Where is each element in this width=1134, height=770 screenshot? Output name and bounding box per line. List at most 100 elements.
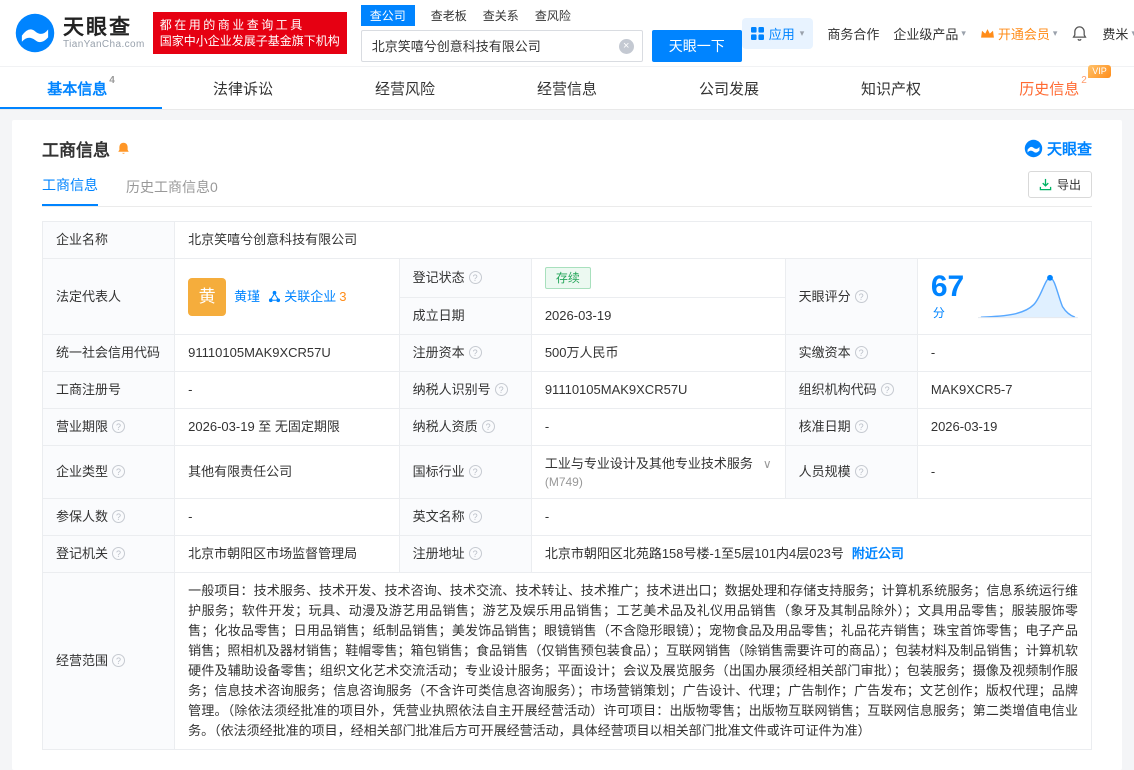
help-icon: ?: [854, 465, 868, 478]
status-badge: 存续: [544, 267, 591, 289]
reg-address-text: 北京市朝阳区北苑路158号楼-1至5层101内4层023号: [544, 546, 844, 561]
legal-rep-avatar[interactable]: 黄: [188, 277, 227, 316]
export-icon: [1039, 178, 1052, 191]
related-companies-link[interactable]: 关联企业 3: [268, 287, 346, 307]
search-button[interactable]: 天眼一下: [651, 29, 742, 62]
export-label: 导出: [1056, 178, 1081, 192]
crown-icon: [980, 28, 994, 38]
tab-history-info[interactable]: 历史信息2 VIP: [972, 64, 1134, 109]
app-grid-icon: [750, 26, 764, 40]
help-icon: ?: [112, 547, 126, 560]
label-org-code: 组织机构代码?: [784, 371, 918, 409]
value-reg-number: -: [174, 371, 400, 409]
top-menu: 应用 ▾ 商务合作 企业级产品 ▾ 开通会员 ▾ 费米 ▾: [741, 17, 1134, 49]
value-company-type: 其他有限责任公司: [174, 445, 400, 499]
help-icon: ?: [854, 420, 868, 433]
legal-rep-name-link[interactable]: 黄瑾: [234, 287, 260, 307]
label-reg-authority: 登记机关?: [41, 535, 176, 573]
tab-company-development[interactable]: 公司发展: [648, 67, 810, 109]
row-legal-rep-status: 法定代表人 黄 黄瑾 关联企业 3 登记状态 ? 存续 天眼评分 ? 67分: [41, 258, 1093, 335]
watermark-logo: 天眼查: [1024, 138, 1092, 159]
label-taxpayer-id: 纳税人识别号?: [398, 371, 532, 409]
monitor-bell-icon[interactable]: [116, 141, 131, 156]
app-launcher-label: 应用: [768, 26, 795, 42]
app-launcher-button[interactable]: 应用 ▾: [741, 17, 814, 49]
caret-down-icon: ▾: [961, 27, 966, 38]
tab-operation-info[interactable]: 经营信息: [486, 67, 648, 109]
notification-bell-icon[interactable]: [1071, 25, 1088, 42]
help-icon: ?: [468, 510, 482, 523]
nearby-companies-link[interactable]: 附近公司: [852, 546, 904, 561]
search-input[interactable]: [361, 30, 612, 60]
label-reg-address: 注册地址?: [398, 535, 532, 573]
value-insured-count: -: [174, 498, 400, 536]
search-tab-boss[interactable]: 查老板: [431, 5, 467, 26]
subtab-history-business-info[interactable]: 历史工商信息0: [126, 177, 218, 206]
tab-operational-risk[interactable]: 经营风险: [324, 67, 486, 109]
label-reg-number: 工商注册号: [41, 371, 176, 409]
label-legal-rep: 法定代表人: [41, 258, 176, 335]
row-company-type: 企业类型? 其他有限责任公司 国标行业? 工业与专业设计及其他专业技术服务 ∨ …: [41, 445, 1093, 499]
business-info-table: 企业名称 北京笑嘻兮创意科技有限公司 法定代表人 黄 黄瑾 关联企业 3 登记状…: [41, 221, 1093, 750]
brand-logo[interactable]: 天眼查 TianYanCha.com: [14, 12, 145, 54]
help-icon: ?: [112, 510, 126, 523]
label-company-type: 企业类型?: [41, 445, 176, 499]
industry-code: (M749): [544, 475, 583, 489]
help-icon: ?: [468, 271, 482, 284]
industry-name: 工业与专业设计及其他专业技术服务: [544, 456, 753, 471]
label-score: 天眼评分?: [784, 258, 918, 335]
value-business-scope: 一般项目：技术服务、技术开发、技术咨询、技术交流、技术转让、技术推广；技术进出口…: [174, 572, 1092, 750]
clear-search-icon[interactable]: ×: [618, 38, 634, 54]
label-business-term: 营业期限?: [41, 408, 176, 446]
row-business-term: 营业期限? 2026-03-19 至 无固定期限 纳税人资质? - 核准日期? …: [41, 408, 1093, 446]
row-insured-count: 参保人数? - 英文名称? -: [41, 498, 1093, 536]
search-tab-company[interactable]: 查公司: [360, 4, 415, 26]
cooperation-link[interactable]: 商务合作: [827, 24, 879, 43]
promo-line1: 都在用的商业查询工具: [159, 18, 305, 32]
score-value: 67: [930, 269, 965, 303]
tab-basic-count: 4: [109, 74, 115, 86]
promo-badge: 都在用的商业查询工具 国家中小企业发展子基金旗下机构: [152, 12, 347, 54]
value-company-name: 北京笑嘻兮创意科技有限公司: [174, 221, 1092, 259]
value-establish-date: 2026-03-19: [530, 297, 786, 335]
search-tab-risk[interactable]: 查风险: [535, 5, 571, 26]
subtab-row: 工商信息 历史工商信息0 导出: [42, 171, 1092, 207]
score-curve-chart: [978, 274, 1078, 318]
label-company-name: 企业名称: [41, 221, 176, 259]
row-reg-authority: 登记机关? 北京市朝阳区市场监督管理局 注册地址? 北京市朝阳区北苑路158号楼…: [41, 535, 1093, 573]
help-icon: ?: [112, 465, 126, 478]
promo-line2: 国家中小企业发展子基金旗下机构: [159, 34, 340, 48]
section-title: 工商信息: [42, 141, 110, 160]
row-company-name: 企业名称 北京笑嘻兮创意科技有限公司: [41, 221, 1092, 259]
label-establish-date: 成立日期: [398, 297, 532, 335]
brand-logo-icon: [15, 13, 55, 53]
subtab-business-info[interactable]: 工商信息: [42, 175, 98, 206]
value-reg-address: 北京市朝阳区北苑路158号楼-1至5层101内4层023号 附近公司: [530, 535, 1093, 573]
watermark-text: 天眼查: [1046, 141, 1092, 158]
tab-intellectual-property[interactable]: 知识产权: [810, 67, 972, 109]
tab-history-count: 2: [1081, 74, 1087, 86]
value-business-term: 2026-03-19 至 无固定期限: [174, 408, 400, 446]
label-credit-code: 统一社会信用代码: [41, 334, 176, 372]
tab-legal-proceedings[interactable]: 法律诉讼: [162, 67, 324, 109]
brand-domain: TianYanCha.com: [63, 38, 145, 50]
help-icon: ?: [468, 346, 482, 359]
enterprise-products-link[interactable]: 企业级产品 ▾: [893, 24, 966, 43]
value-english-name: -: [530, 498, 1093, 536]
value-reg-status: 存续: [530, 258, 786, 298]
export-button[interactable]: 导出: [1027, 171, 1092, 198]
row-reg-number: 工商注册号 - 纳税人识别号? 91110105MAK9XCR57U 组织机构代…: [41, 371, 1093, 409]
score-block[interactable]: 67 分: [930, 269, 1078, 323]
search-tab-relation[interactable]: 查关系: [483, 5, 519, 26]
label-paid-capital: 实缴资本?: [784, 334, 918, 372]
watermark-logo-icon: [1024, 139, 1043, 158]
vip-upgrade-link[interactable]: 开通会员 ▾: [980, 24, 1057, 43]
value-reg-authority: 北京市朝阳区市场监督管理局: [174, 535, 400, 573]
industry-expand-icon[interactable]: ∨: [763, 454, 772, 474]
user-menu[interactable]: 费米 ▾: [1102, 24, 1134, 43]
content-area: 工商信息 天眼查 工商信息 历史工商信息0 导出 企业名称 北京笑嘻兮创意科技有…: [0, 110, 1134, 770]
label-business-scope: 经营范围?: [41, 572, 176, 750]
label-reg-status: 登记状态?: [398, 258, 532, 298]
label-approval-date: 核准日期?: [784, 408, 918, 446]
tab-basic-info[interactable]: 基本信息4: [0, 67, 162, 109]
